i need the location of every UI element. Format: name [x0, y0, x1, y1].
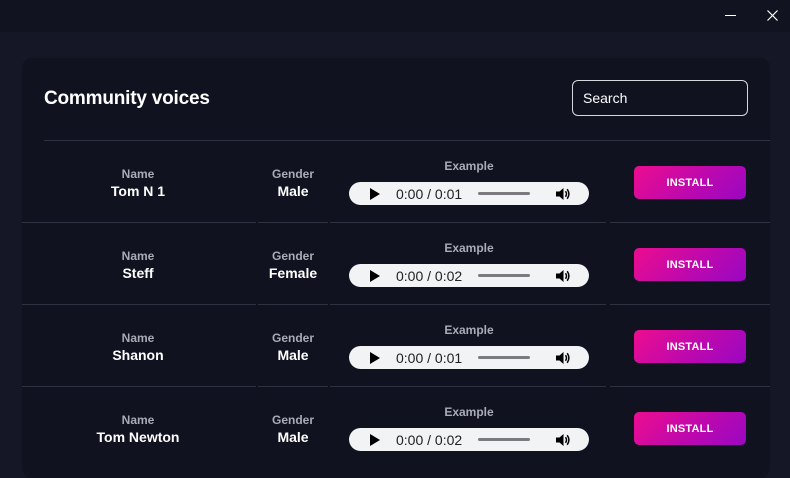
community-voices-panel: Community voices Name Tom N 1 Gender Mal… — [22, 58, 770, 478]
example-label: Example — [444, 159, 494, 173]
voice-row: Name Shanon Gender Male Example 0:00 / 0… — [22, 305, 770, 387]
voice-row: Name Tom N 1 Gender Male Example 0:00 / … — [22, 141, 770, 223]
voice-name: Tom N 1 — [110, 183, 166, 199]
voice-name: Steff — [122, 265, 154, 281]
name-label: Name — [121, 331, 155, 345]
volume-button[interactable] — [555, 350, 571, 366]
volume-icon — [556, 433, 570, 446]
volume-button[interactable] — [555, 268, 571, 284]
play-icon — [370, 187, 380, 200]
example-label: Example — [444, 405, 494, 419]
audio-time: 0:00 / 0:02 — [396, 267, 463, 284]
gender-label: Gender — [271, 331, 314, 345]
audio-player: 0:00 / 0:01 — [349, 182, 589, 205]
install-button[interactable]: INSTALL — [634, 412, 746, 445]
play-button[interactable] — [370, 433, 382, 446]
close-icon — [766, 9, 778, 21]
audio-time: 0:00 / 0:01 — [396, 185, 463, 202]
play-icon — [370, 269, 380, 282]
name-label: Name — [121, 167, 155, 181]
voice-row: Name Steff Gender Female Example 0:00 / … — [22, 223, 770, 305]
audio-time: 0:00 / 0:02 — [396, 431, 463, 448]
volume-button[interactable] — [555, 186, 571, 202]
gender-label: Gender — [271, 167, 314, 181]
voice-gender: Male — [277, 347, 309, 363]
voice-gender: Female — [268, 265, 318, 281]
volume-icon — [556, 351, 570, 364]
audio-player: 0:00 / 0:02 — [349, 264, 589, 287]
example-label: Example — [444, 323, 494, 337]
play-icon — [370, 351, 380, 364]
install-button[interactable]: INSTALL — [634, 166, 746, 199]
audio-player: 0:00 / 0:01 — [349, 346, 589, 369]
close-button[interactable] — [750, 0, 790, 30]
voice-list: Name Tom N 1 Gender Male Example 0:00 / … — [22, 141, 770, 469]
play-button[interactable] — [370, 351, 382, 364]
audio-time: 0:00 / 0:01 — [396, 349, 463, 366]
audio-progress-slider[interactable] — [478, 192, 531, 195]
gender-label: Gender — [271, 413, 314, 427]
voice-name: Tom Newton — [96, 429, 180, 445]
example-label: Example — [444, 241, 494, 255]
volume-button[interactable] — [555, 432, 571, 448]
audio-player: 0:00 / 0:02 — [349, 428, 589, 451]
page-title: Community voices — [44, 88, 210, 109]
gender-label: Gender — [271, 249, 314, 263]
play-button[interactable] — [370, 187, 382, 200]
volume-icon — [556, 269, 570, 282]
minimize-button[interactable] — [708, 0, 752, 30]
voice-row: Name Tom Newton Gender Male Example 0:00… — [22, 387, 770, 469]
search-input[interactable] — [572, 80, 748, 116]
install-button[interactable]: INSTALL — [634, 248, 746, 281]
minimize-icon — [724, 14, 736, 16]
audio-progress-slider[interactable] — [478, 274, 531, 277]
audio-progress-slider[interactable] — [478, 356, 531, 359]
install-button[interactable]: INSTALL — [634, 330, 746, 363]
title-bar — [0, 0, 790, 32]
name-label: Name — [121, 249, 155, 263]
voice-gender: Male — [277, 183, 309, 199]
volume-icon — [556, 187, 570, 200]
voice-gender: Male — [277, 429, 309, 445]
play-button[interactable] — [370, 269, 382, 282]
play-icon — [370, 433, 380, 446]
audio-progress-slider[interactable] — [478, 438, 531, 441]
name-label: Name — [121, 413, 155, 427]
voice-name: Shanon — [112, 347, 164, 363]
